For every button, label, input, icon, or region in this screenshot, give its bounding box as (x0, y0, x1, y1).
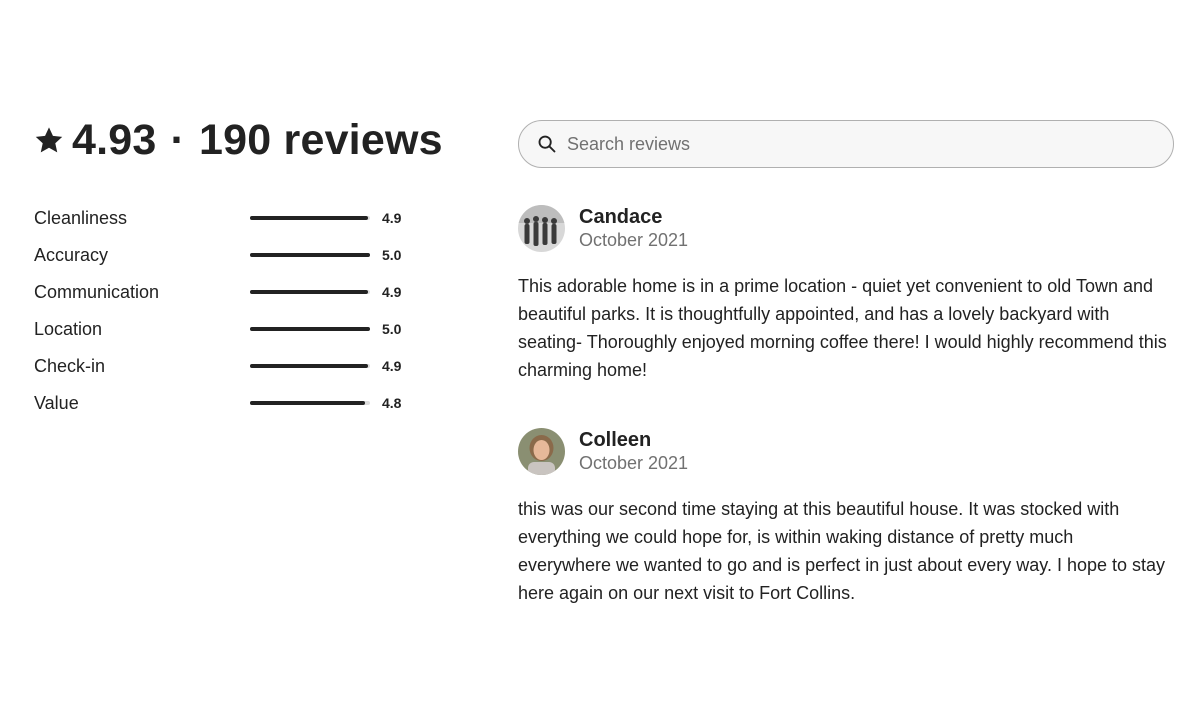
category-label: Communication (34, 282, 160, 302)
rating-bar (250, 216, 370, 220)
rating-bar (250, 401, 370, 405)
category-row-cleanliness: Cleanliness 4.9 (34, 200, 414, 237)
avatar[interactable] (518, 427, 565, 475)
rating-bar (250, 364, 370, 368)
star-icon (35, 127, 63, 153)
category-row-value: Value 4.8 (34, 385, 414, 422)
category-value: 4.8 (382, 395, 402, 411)
category-label: Location (34, 319, 103, 339)
reviews-summary-header: 4.93 · 190 reviews (34, 112, 443, 168)
category-row-accuracy: Accuracy 5.0 (34, 237, 414, 274)
review-header: Colleen October 2021 (518, 427, 1168, 475)
rating-bar-fill (250, 327, 370, 331)
category-label: Cleanliness (34, 208, 128, 228)
category-label: Accuracy (34, 245, 109, 265)
avatar-photo (518, 204, 565, 252)
category-value: 4.9 (382, 210, 402, 226)
review-meta: Colleen October 2021 (579, 428, 688, 474)
search-reviews-field[interactable] (518, 120, 1174, 168)
rating-bar-fill (250, 216, 368, 220)
category-value: 5.0 (382, 247, 402, 263)
category-label: Check-in (34, 356, 106, 376)
overall-rating: 4.93 (72, 115, 157, 164)
rating-bar-fill (250, 364, 368, 368)
review-card: Candace October 2021 This adorable home … (518, 204, 1168, 384)
category-value: 4.9 (382, 284, 402, 300)
review-text: this was our second time staying at this… (518, 499, 1166, 603)
rating-bar (250, 290, 370, 294)
category-ratings: Cleanliness 4.9 Accuracy 5.0 Communicati… (34, 200, 414, 422)
category-value: 5.0 (382, 321, 402, 337)
reviewer-name: Candace (579, 206, 663, 228)
rating-bar (250, 253, 370, 257)
review-meta: Candace October 2021 (579, 205, 688, 251)
category-label: Value (34, 393, 79, 413)
search-reviews-input[interactable] (565, 132, 1173, 156)
rating-bar-fill (250, 401, 366, 405)
rating-bar-fill (250, 253, 370, 257)
reviews-summary-title: 4.93 · 190 reviews (72, 116, 443, 165)
category-value: 4.9 (382, 358, 402, 374)
review-card: Colleen October 2021 this was our second… (518, 427, 1168, 607)
rating-bar-fill (250, 290, 368, 294)
review-text: This adorable home is in a prime locatio… (518, 276, 1167, 380)
search-icon (538, 135, 556, 153)
avatar[interactable] (518, 204, 565, 252)
category-row-location: Location 5.0 (34, 311, 414, 348)
separator-dot: · (170, 115, 186, 164)
category-row-communication: Communication 4.9 (34, 274, 414, 311)
rating-bar (250, 327, 370, 331)
reviewer-name: Colleen (579, 429, 652, 451)
avatar-photo (518, 427, 565, 475)
category-row-check-in: Check-in 4.9 (34, 348, 414, 385)
review-date: October 2021 (579, 230, 689, 250)
review-count: 190 reviews (199, 115, 443, 164)
review-date: October 2021 (579, 453, 689, 473)
review-header: Candace October 2021 (518, 204, 1168, 252)
